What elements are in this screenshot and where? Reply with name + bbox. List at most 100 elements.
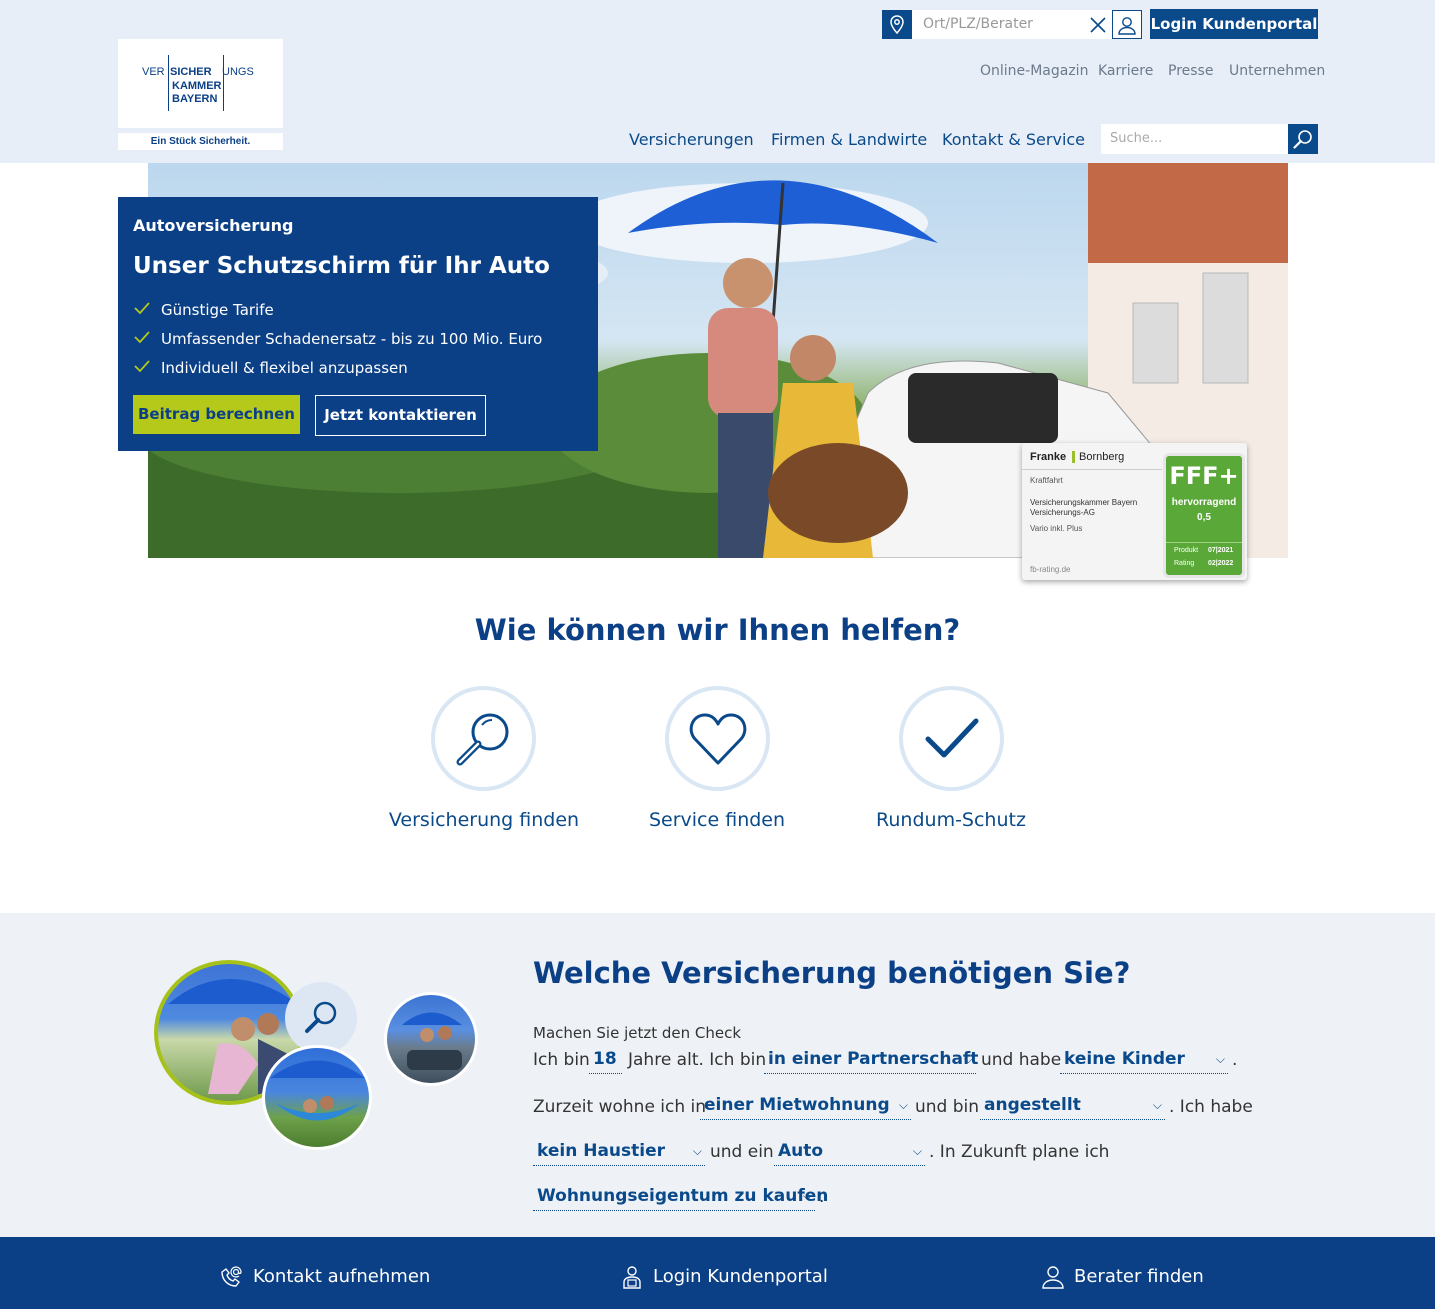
check-text-und-habe: und habe [981,1050,1062,1070]
site-search-button[interactable] [1288,124,1318,154]
search-icon [1293,130,1312,149]
hero-bullet-text: Umfassender Schadenersatz - bis zu 100 M… [161,330,543,348]
check-text-dot: . [1232,1050,1238,1070]
logo-line-left [168,55,169,111]
rating-url: fb-rating.de [1030,565,1071,574]
chevron-down-icon: ⌵ [1152,1098,1162,1112]
check-intro: Machen Sie jetzt den Check [533,1024,742,1042]
heart-icon [689,713,746,764]
login-portal-icon [623,1266,641,1289]
children-select[interactable]: keine Kinder ⌵ [1060,1046,1228,1074]
magnifier-badge [285,982,357,1054]
checkmark-icon [925,718,978,757]
chevron-down-icon: ⌵ [898,1098,908,1112]
check-text-und-ein: und ein [710,1142,774,1162]
location-clear-button[interactable] [1084,10,1112,39]
rating-category: Kraftfahrt [1030,476,1063,485]
checkmark-icon [134,302,150,315]
relationship-value: in einer Partnerschaft [768,1049,979,1069]
rating-brand-right: Bornberg [1079,451,1125,463]
logo-text-ver: VER [142,66,165,78]
location-pin-icon [890,14,904,34]
nav-kontakt-service[interactable]: Kontakt & Service [942,130,1085,149]
rating-grade-divider [1166,542,1242,543]
hero-kicker: Autoversicherung [133,216,294,235]
beitrag-berechnen-button[interactable]: Beitrag berechnen [133,395,300,434]
employment-value: angestellt [984,1095,1081,1115]
age-input[interactable]: 18 [589,1046,622,1074]
plan-select[interactable]: Wohnungseigentum zu kaufen ⌵ [533,1183,828,1211]
rating-grade-label: hervorragend [1171,497,1237,508]
nav-versicherungen[interactable]: Versicherungen [629,130,754,149]
magnifier-icon [305,1001,337,1033]
logo-tagline: Ein Stück Sicherheit. [118,133,283,150]
age-value: 18 [593,1049,617,1069]
meta-link-presse[interactable]: Presse [1168,63,1213,79]
logo-line-right [223,55,224,111]
meta-link-karriere[interactable]: Karriere [1098,63,1153,79]
pet-select[interactable]: kein Haustier ⌵ [533,1138,705,1166]
housing-select[interactable]: einer Mietwohnung ⌵ [700,1092,911,1120]
chevron-down-icon: ⌵ [692,1144,702,1158]
rundum-schutz-circle[interactable] [899,686,1004,791]
close-icon [1090,16,1106,33]
jetzt-kontaktieren-button[interactable]: Jetzt kontaktieren [315,395,486,436]
plan-value: Wohnungseigentum zu kaufen [537,1186,829,1206]
check-text-ich-habe: . Ich habe [1169,1097,1253,1117]
rating-grade-value: 0,5 [1197,512,1211,523]
location-button[interactable] [882,10,912,39]
check-text-ich-bin: Ich bin [533,1050,590,1070]
chevron-down-icon: ⌵ [912,1144,922,1158]
meta-link-online-magazin[interactable]: Online-Magazin [980,63,1088,79]
person-icon [1042,1266,1064,1289]
check-text-zukunft: . In Zukunft plane ich [929,1142,1110,1162]
berater-search-button[interactable] [1112,10,1142,39]
logo[interactable]: VER SICHER UNGS KAMMER BAYERN [118,39,283,128]
rating-badge[interactable]: Franke Bornberg Kraftfahrt Versicherungs… [1022,443,1247,580]
site-search-input[interactable]: Suche... [1101,124,1288,154]
help-label-versicherung-finden[interactable]: Versicherung finden [364,809,604,831]
logo-text-ungs: UNGS [222,66,254,78]
help-label-service-finden[interactable]: Service finden [597,809,837,831]
rating-company-line2: Versicherungs-AG [1030,508,1095,517]
hero-bullet-text: Individuell & flexibel anzupassen [161,359,408,377]
vehicle-value: Auto [778,1141,824,1161]
vehicle-select[interactable]: Auto ⌵ [774,1138,925,1166]
meta-link-unternehmen[interactable]: Unternehmen [1229,63,1325,79]
rating-brand-divider [1072,451,1075,463]
service-finden-circle[interactable] [665,686,770,791]
check-title: Welche Versicherung benötigen Sie? [533,956,1131,990]
person-icon [1118,16,1136,35]
login-kundenportal-button[interactable]: Login Kundenportal [1150,9,1318,39]
chevron-down-icon: ⌵ [963,1052,973,1066]
check-text-jahre: Jahre alt. Ich bin [628,1050,767,1070]
rating-divider [1022,469,1162,470]
chevron-down-icon: ⌵ [802,1189,812,1203]
check-text-dot: . [819,1187,825,1207]
photo-couple-car [384,992,478,1086]
magnifier-icon [456,713,508,765]
hero-teaser-box: Autoversicherung Unser Schutzschirm für … [118,197,598,451]
rating-product: Vario inkl. Plus [1030,524,1083,533]
hero-title: Unser Schutzschirm für Ihr Auto [133,253,550,279]
hero-bullet-text: Günstige Tarife [161,301,274,319]
photo-hammock-illustration [270,1060,365,1121]
location-search-input[interactable]: Ort/PLZ/Berater [912,10,1112,39]
footer-berater-finden[interactable]: Berater finden [1074,1266,1204,1287]
versicherung-finden-circle[interactable] [431,686,536,791]
logo-text-kammer: KAMMER [172,80,222,92]
footer-login-kundenportal[interactable]: Login Kundenportal [653,1266,828,1287]
nav-firmen-landwirte[interactable]: Firmen & Landwirte [771,130,927,149]
relationship-select[interactable]: in einer Partnerschaft ⌵ [764,1046,979,1074]
children-value: keine Kinder [1064,1049,1185,1069]
logo-text-bayern: BAYERN [172,93,218,105]
help-section-title: Wie können wir Ihnen helfen? [474,613,961,647]
help-label-rundum-schutz[interactable]: Rundum-Schutz [831,809,1071,831]
footer-kontakt-aufnehmen[interactable]: Kontakt aufnehmen [253,1266,430,1287]
rating-rating-date: 02|2022 [1208,560,1234,567]
rating-produkt-date: 07|2021 [1208,547,1234,554]
rating-grade-box: FFF+ hervorragend 0,5 Produkt 07|2021 Ra… [1163,453,1245,578]
rating-rating-label: Rating [1174,560,1195,567]
rating-company-line1: Versicherungskammer Bayern [1030,498,1138,507]
employment-select[interactable]: angestellt ⌵ [980,1092,1165,1120]
